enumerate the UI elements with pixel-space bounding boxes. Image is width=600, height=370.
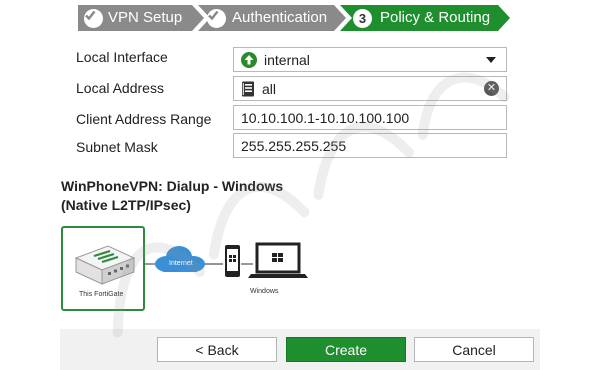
internet-cloud-icon bbox=[155, 246, 205, 272]
wizard-step-authentication: Authentication bbox=[198, 5, 346, 31]
check-icon bbox=[84, 9, 103, 28]
subnet-mask-input[interactable]: 255.255.255.255 bbox=[233, 133, 507, 158]
up-arrow-circle-icon bbox=[241, 51, 257, 68]
fortigate-label: This FortiGate bbox=[79, 291, 124, 298]
client-address-range-value: 10.10.100.1-10.10.100.100 bbox=[241, 109, 410, 126]
summary-line-2: (Native L2TP/IPsec) bbox=[61, 197, 191, 213]
subnet-mask-label: Subnet Mask bbox=[76, 139, 158, 155]
wizard-steps: VPN Setup Authentication 3 Policy & Rout… bbox=[78, 5, 514, 31]
local-interface-label: Local Interface bbox=[76, 49, 168, 65]
local-address-value: all bbox=[262, 80, 277, 97]
local-address-field[interactable]: all ✕ bbox=[233, 76, 507, 101]
subnet-mask-value: 255.255.255.255 bbox=[241, 137, 347, 154]
step-label: Policy & Routing bbox=[380, 9, 491, 26]
address-book-icon bbox=[241, 81, 255, 97]
back-button[interactable]: < Back bbox=[157, 337, 277, 362]
clear-icon[interactable]: ✕ bbox=[484, 81, 499, 96]
local-interface-value: internal bbox=[264, 51, 310, 68]
step-label: Authentication bbox=[232, 9, 328, 26]
windows-laptop-icon bbox=[248, 242, 308, 278]
local-address-label: Local Address bbox=[76, 80, 164, 96]
vpn-summary-title: WinPhoneVPN: Dialup - Windows (Native L2… bbox=[61, 177, 361, 215]
windows-client-label: Windows bbox=[250, 288, 279, 295]
chevron-down-icon[interactable] bbox=[486, 57, 496, 63]
topology-diagram: This FortiGate Internet Windows bbox=[61, 226, 541, 312]
summary-line-1: WinPhoneVPN: Dialup - Windows bbox=[61, 178, 284, 194]
network-links bbox=[145, 242, 308, 278]
client-address-range-input[interactable]: 10.10.100.1-10.10.100.100 bbox=[233, 105, 507, 130]
wizard-step-vpn-setup: VPN Setup bbox=[78, 5, 204, 31]
cancel-button[interactable]: Cancel bbox=[414, 337, 534, 362]
create-button[interactable]: Create bbox=[286, 337, 406, 362]
client-address-range-label: Client Address Range bbox=[76, 111, 212, 127]
internet-label: Internet bbox=[169, 260, 193, 267]
step-label: VPN Setup bbox=[108, 9, 183, 26]
fortigate-box: This FortiGate bbox=[61, 226, 145, 311]
windows-phone-icon bbox=[225, 245, 240, 277]
check-icon bbox=[207, 9, 226, 28]
fortigate-device-icon bbox=[74, 245, 136, 285]
step-number-badge: 3 bbox=[353, 9, 372, 28]
wizard-step-policy-routing: 3 Policy & Routing bbox=[340, 5, 510, 31]
local-interface-select[interactable]: internal bbox=[233, 47, 507, 72]
